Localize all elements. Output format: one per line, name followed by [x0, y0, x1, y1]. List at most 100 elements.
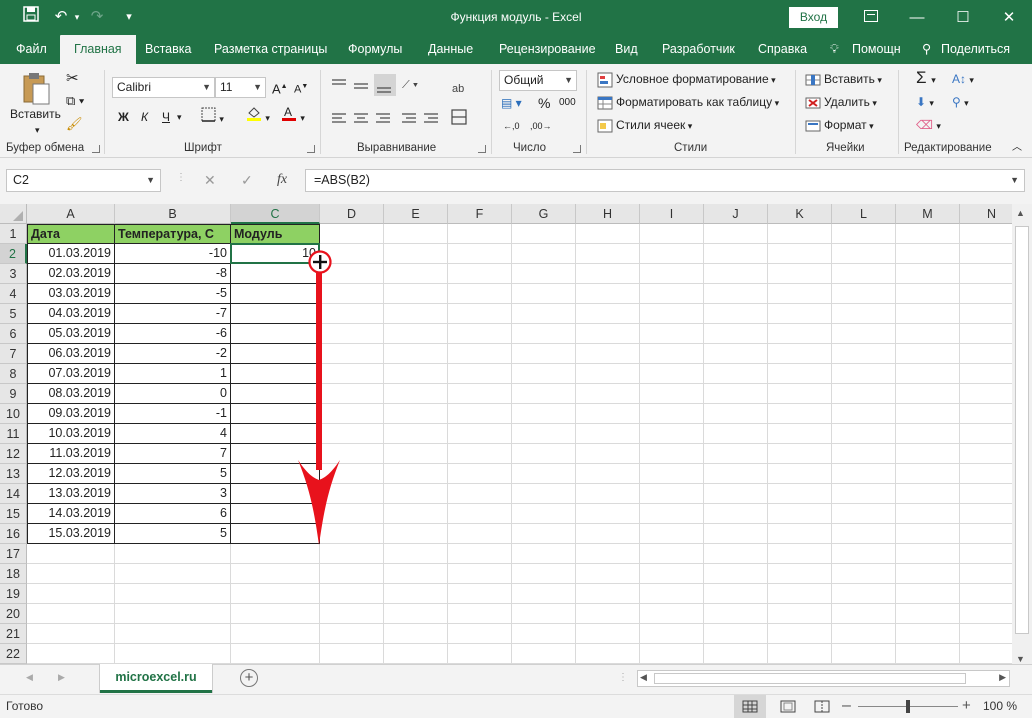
person-icon[interactable]: ⚲	[922, 35, 931, 64]
cell[interactable]	[576, 624, 640, 644]
close-button[interactable]: ✕	[986, 0, 1032, 35]
cell-styles-button[interactable]: Стили ячеек ▾	[597, 115, 692, 135]
next-sheet-icon[interactable]: ▶	[58, 672, 65, 683]
cell[interactable]	[448, 464, 512, 484]
login-button[interactable]: Вход	[789, 7, 838, 28]
cell[interactable]	[896, 604, 960, 624]
cell[interactable]	[27, 644, 115, 664]
select-all-button[interactable]	[0, 204, 27, 224]
cell[interactable]	[576, 344, 640, 364]
cell[interactable]	[576, 584, 640, 604]
cell[interactable]	[640, 304, 704, 324]
row-header-5[interactable]: 5	[0, 304, 27, 324]
cell-a16[interactable]: 15.03.2019	[27, 524, 115, 544]
cell[interactable]	[768, 524, 832, 544]
cell[interactable]	[768, 404, 832, 424]
cell[interactable]	[960, 584, 1012, 604]
cell-b5[interactable]: -7	[115, 304, 231, 324]
cell[interactable]	[448, 224, 512, 244]
font-launcher-icon[interactable]	[307, 145, 315, 153]
cell[interactable]	[384, 464, 448, 484]
cell-b8[interactable]: 1	[115, 364, 231, 384]
cell-c13[interactable]	[231, 464, 320, 484]
cell[interactable]	[320, 424, 384, 444]
cell[interactable]	[448, 364, 512, 384]
cell[interactable]	[640, 604, 704, 624]
column-header-d[interactable]: D	[320, 204, 384, 224]
cell[interactable]	[896, 584, 960, 604]
scroll-left-icon[interactable]: ◀	[640, 672, 647, 683]
increase-font-icon[interactable]: A▲	[272, 77, 288, 97]
cell[interactable]	[832, 224, 896, 244]
cell[interactable]	[448, 324, 512, 344]
cell[interactable]	[768, 224, 832, 244]
row-header-16[interactable]: 16	[0, 524, 27, 544]
cell[interactable]	[640, 264, 704, 284]
cell[interactable]	[704, 644, 768, 664]
cell[interactable]	[640, 504, 704, 524]
cell[interactable]	[896, 344, 960, 364]
cell[interactable]	[320, 404, 384, 424]
cell-c7[interactable]	[231, 344, 320, 364]
cell[interactable]	[704, 624, 768, 644]
cell[interactable]	[896, 384, 960, 404]
cell[interactable]	[832, 564, 896, 584]
cell[interactable]	[320, 584, 384, 604]
cell[interactable]	[512, 624, 576, 644]
lightbulb-icon[interactable]: 💡︎	[830, 35, 839, 64]
cell[interactable]	[27, 564, 115, 584]
cell[interactable]	[115, 604, 231, 624]
page-break-view-button[interactable]	[810, 695, 834, 718]
cell-b13[interactable]: 5	[115, 464, 231, 484]
cell[interactable]	[640, 244, 704, 264]
cell[interactable]	[512, 284, 576, 304]
row-header-14[interactable]: 14	[0, 484, 27, 504]
cell[interactable]	[512, 304, 576, 324]
header-cell-b1[interactable]: Температура, С	[115, 224, 231, 244]
cell[interactable]	[115, 564, 231, 584]
cell[interactable]	[704, 324, 768, 344]
prev-sheet-icon[interactable]: ◀	[26, 672, 33, 683]
cell[interactable]	[576, 644, 640, 664]
cell-a8[interactable]: 07.03.2019	[27, 364, 115, 384]
bold-button[interactable]: Ж	[118, 107, 129, 127]
row-header-20[interactable]: 20	[0, 604, 27, 624]
cell[interactable]	[384, 444, 448, 464]
format-painter-icon[interactable]: 🖌︎	[66, 114, 83, 134]
cell[interactable]	[768, 484, 832, 504]
cell[interactable]	[384, 364, 448, 384]
cell[interactable]	[960, 624, 1012, 644]
row-header-3[interactable]: 3	[0, 264, 27, 284]
cell[interactable]	[832, 304, 896, 324]
tab-file[interactable]: Файл	[16, 35, 47, 64]
ribbon-display-icon[interactable]	[848, 0, 894, 35]
cell[interactable]	[960, 344, 1012, 364]
cell[interactable]	[27, 544, 115, 564]
cell[interactable]	[960, 284, 1012, 304]
tab-insert[interactable]: Вставка	[145, 35, 191, 64]
cell[interactable]	[704, 344, 768, 364]
cell[interactable]	[320, 464, 384, 484]
cell-c10[interactable]	[231, 404, 320, 424]
cell[interactable]	[896, 524, 960, 544]
minimize-button[interactable]: —	[894, 0, 940, 35]
cell[interactable]	[896, 424, 960, 444]
zoom-level[interactable]: 100 %	[983, 695, 1017, 717]
cell[interactable]	[512, 264, 576, 284]
cell[interactable]	[27, 604, 115, 624]
column-header-c[interactable]: C	[231, 204, 320, 224]
cell[interactable]	[896, 264, 960, 284]
cell-a4[interactable]: 03.03.2019	[27, 284, 115, 304]
cell[interactable]	[704, 384, 768, 404]
cell[interactable]	[320, 364, 384, 384]
cell[interactable]	[231, 584, 320, 604]
enter-formula-icon[interactable]: ✓	[241, 172, 253, 189]
cell[interactable]	[832, 264, 896, 284]
cell[interactable]	[896, 324, 960, 344]
cell-b9[interactable]: 0	[115, 384, 231, 404]
cell[interactable]	[320, 504, 384, 524]
cell[interactable]	[960, 604, 1012, 624]
underline-dropdown-icon[interactable]: ▾	[177, 107, 182, 127]
column-header-h[interactable]: H	[576, 204, 640, 224]
cell[interactable]	[704, 484, 768, 504]
